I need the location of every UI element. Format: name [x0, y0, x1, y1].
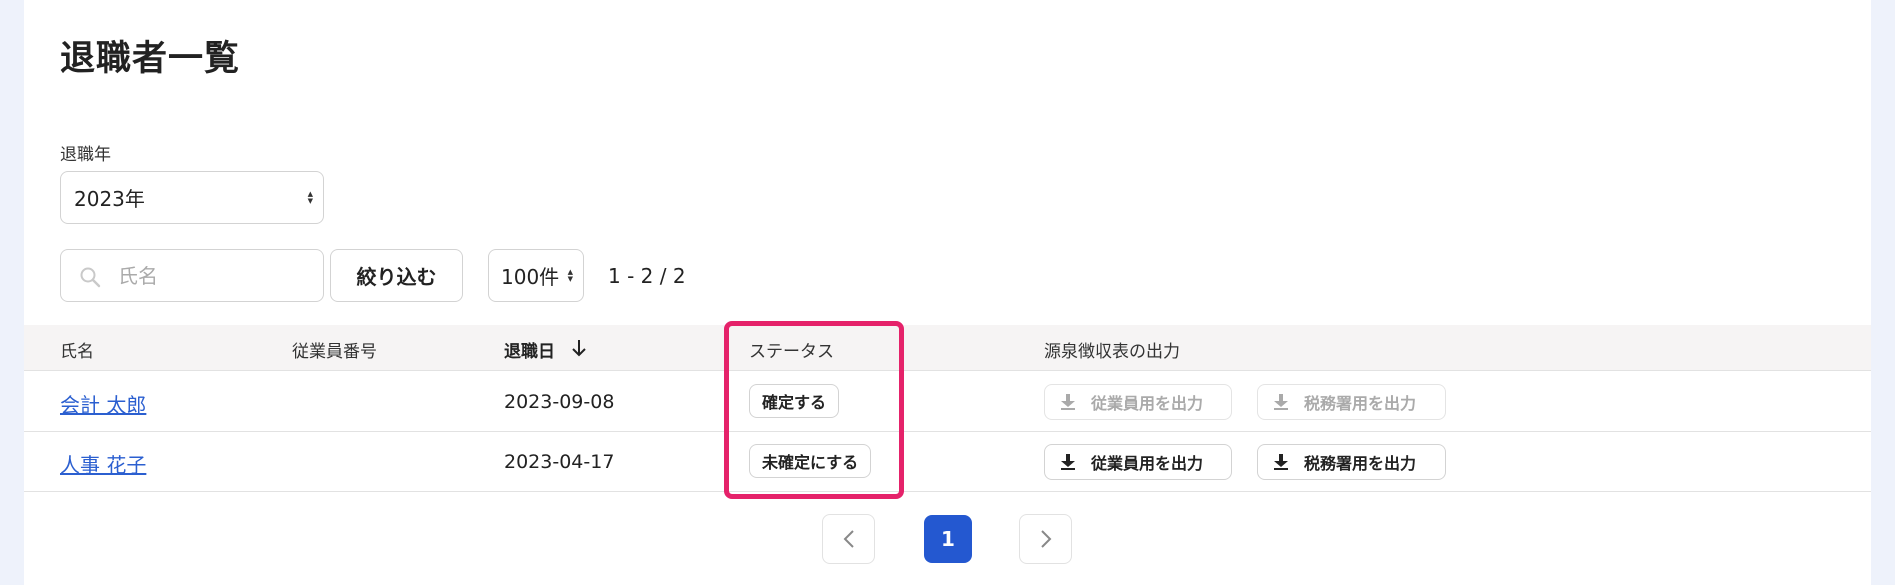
- arrow-down-icon[interactable]: [571, 339, 587, 357]
- export-employee-button[interactable]: 従業員用を出力: [1044, 384, 1232, 420]
- export-tax-office-label: 税務署用を出力: [1304, 394, 1417, 413]
- confirm-button[interactable]: 確定する: [749, 384, 840, 418]
- download-icon: [1274, 394, 1288, 410]
- download-icon: [1061, 454, 1075, 470]
- export-employee-button[interactable]: 従業員用を出力: [1044, 444, 1232, 480]
- name-search-input[interactable]: [118, 250, 313, 301]
- per-page-select[interactable]: 100件 ▲ ▼: [488, 249, 584, 302]
- previous-page-button[interactable]: [822, 514, 875, 564]
- next-page-button[interactable]: [1019, 514, 1072, 564]
- select-arrows-icon: ▲ ▼: [567, 267, 573, 283]
- column-header-employee-number: 従業員番号: [292, 342, 377, 362]
- retirement-year-value: 2023年: [74, 187, 145, 211]
- export-tax-office-button[interactable]: 税務署用を出力: [1257, 444, 1446, 480]
- main-panel: 退職者一覧 退職年 2023年 ▲▼ 絞り込む 100件 ▲▼ 1 - 2 / …: [24, 0, 1871, 585]
- column-header-status: ステータス: [749, 342, 834, 362]
- name-search-box[interactable]: [60, 249, 324, 302]
- page-title: 退職者一覧: [60, 39, 241, 79]
- retirement-date-cell: 2023-09-08: [504, 391, 615, 413]
- select-arrows-icon: ▲ ▼: [307, 189, 313, 205]
- export-tax-office-button[interactable]: 税務署用を出力: [1257, 384, 1446, 420]
- retirement-date-cell: 2023-04-17: [504, 451, 615, 473]
- column-header-withholding-export: 源泉徴収表の出力: [1044, 342, 1180, 362]
- export-tax-office-label: 税務署用を出力: [1304, 454, 1417, 473]
- page-1-button[interactable]: 1: [924, 515, 972, 563]
- column-header-retirement-date[interactable]: 退職日: [504, 337, 555, 362]
- filter-button[interactable]: 絞り込む: [330, 249, 463, 302]
- retirement-year-select[interactable]: 2023年 ▲ ▼: [60, 171, 324, 224]
- table-row: 会計 太郎 2023-09-08 確定する 従業員用を出力 税務署用を出力: [24, 372, 1871, 432]
- table-row: 人事 花子 2023-04-17 未確定にする 従業員用を出力 税務署用を出力: [24, 432, 1871, 492]
- retirement-year-label: 退職年: [60, 145, 111, 165]
- chevron-right-icon: [1040, 530, 1051, 548]
- download-icon: [1274, 454, 1288, 470]
- per-page-value: 100件: [501, 265, 560, 289]
- chevron-left-icon: [843, 530, 854, 548]
- employee-name-link[interactable]: 人事 花子: [60, 449, 146, 478]
- unconfirm-button[interactable]: 未確定にする: [749, 444, 872, 478]
- search-icon: [80, 267, 101, 288]
- export-employee-label: 従業員用を出力: [1091, 394, 1204, 413]
- employee-name-link[interactable]: 会計 太郎: [60, 389, 146, 418]
- column-header-name: 氏名: [60, 342, 94, 362]
- table-header: 氏名 従業員番号 退職日 ステータス 源泉徴収表の出力: [24, 325, 1871, 371]
- export-employee-label: 従業員用を出力: [1091, 454, 1204, 473]
- result-range: 1 - 2 / 2: [608, 264, 686, 288]
- download-icon: [1061, 394, 1075, 410]
